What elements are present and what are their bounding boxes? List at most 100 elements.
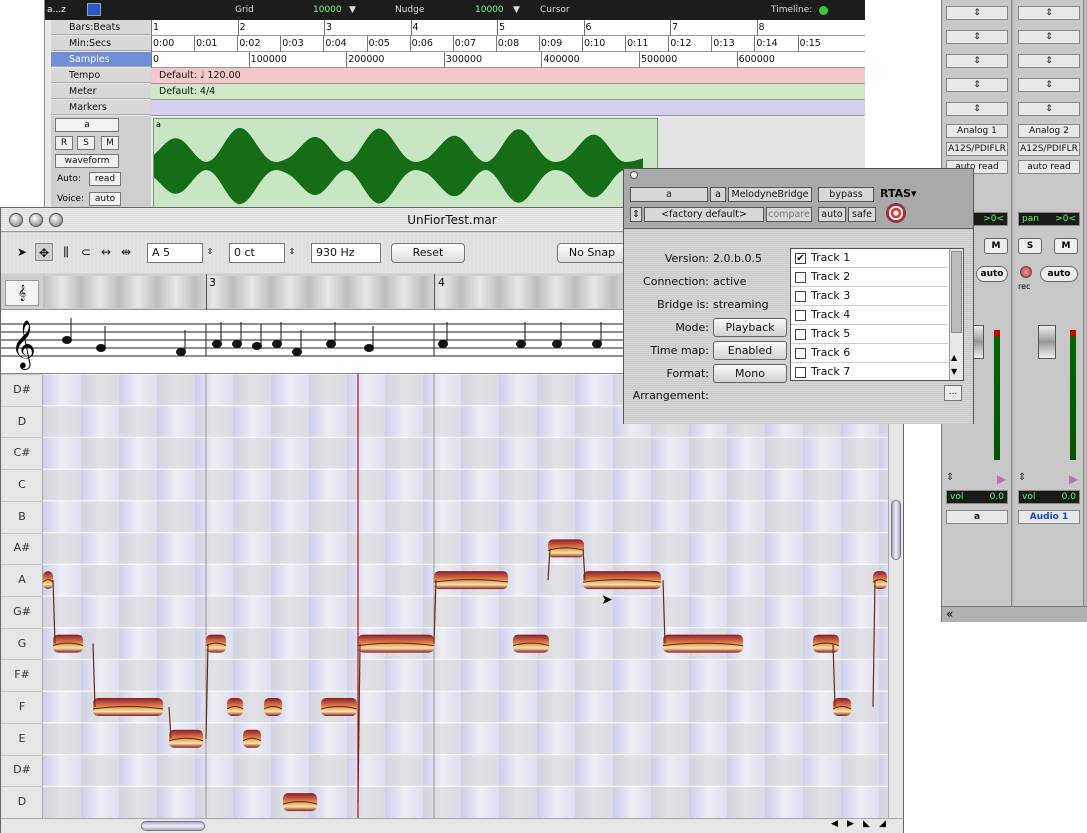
track-checkbox[interactable]: ✔ xyxy=(795,253,806,264)
samples-ruler[interactable]: 0 100000 200000 300000 400000 500000 600000 xyxy=(151,52,865,68)
voice-selector[interactable]: auto xyxy=(89,192,121,206)
automation-selector[interactable]: auto xyxy=(976,266,1008,282)
output-selector[interactable]: A12S/PDIFLR xyxy=(946,142,1008,156)
cents-field[interactable]: 0 ct xyxy=(229,243,285,263)
automation-selector[interactable]: auto xyxy=(1040,266,1078,282)
split-tool-icon[interactable]: ⇹ xyxy=(117,243,135,261)
vertical-scroll-thumb[interactable] xyxy=(891,500,901,560)
nudge-dropdown-icon[interactable]: ▼ xyxy=(513,5,520,15)
fader-arrows-icon[interactable]: ⇕ xyxy=(1018,472,1026,483)
track-list-scroll-thumb[interactable] xyxy=(951,251,962,333)
preset-selector[interactable]: <factory default> xyxy=(644,207,764,222)
pitch-tool-icon[interactable]: ✥ xyxy=(35,243,53,261)
ruler-label-tempo[interactable]: Tempo xyxy=(51,68,151,83)
pitch-ruler[interactable]: D# D C# C B A# A G# G F# F E D# D xyxy=(1,374,43,818)
track-checkbox[interactable] xyxy=(795,310,806,321)
minimize-icon[interactable] xyxy=(29,213,43,227)
scroll-up-icon[interactable]: ▲ xyxy=(951,353,957,362)
automation-mode[interactable]: auto read xyxy=(1018,160,1080,174)
mode-button[interactable]: Playback xyxy=(713,318,787,337)
track-name-plate[interactable]: a xyxy=(946,510,1008,524)
fader-arrows-icon[interactable]: ⇕ xyxy=(946,472,954,483)
arrow-tool-icon[interactable]: ➤ xyxy=(13,243,31,261)
notation-toggle-icon[interactable]: 𝄞 xyxy=(5,280,39,306)
amplitude-tool-icon[interactable]: ⫼ xyxy=(57,243,75,261)
collapse-icon[interactable]: « xyxy=(942,606,1087,622)
grid-dropdown-icon[interactable]: ▼ xyxy=(349,5,356,15)
input-selector[interactable]: Analog 2 xyxy=(1018,124,1080,138)
volume-fader[interactable] xyxy=(1038,325,1056,359)
formant-tool-icon[interactable]: ⊂ xyxy=(77,243,95,261)
send-slot-icon[interactable]: ⇕ xyxy=(946,102,1008,116)
scroll-down-icon[interactable]: ▼ xyxy=(951,367,957,376)
target-icon[interactable] xyxy=(886,203,906,223)
track-view-selector[interactable]: waveform xyxy=(55,154,119,168)
track-selector[interactable]: a xyxy=(630,187,708,202)
mute-button[interactable]: M xyxy=(984,238,1008,254)
pitch-field[interactable]: A 5 xyxy=(147,243,203,263)
frequency-field[interactable]: 930 Hz xyxy=(311,243,381,263)
solo-button[interactable]: S xyxy=(1018,238,1042,254)
zoom-in-icon[interactable]: ◢ xyxy=(879,819,886,829)
ruler-label-markers[interactable]: Markers xyxy=(51,100,151,115)
auto-mode-selector[interactable]: read xyxy=(89,172,121,186)
tempo-ruler[interactable]: Default: ♩ 120.00 xyxy=(151,68,865,84)
minsecs-ruler[interactable]: 0:00 0:01 0:02 0:03 0:04 0:05 0:06 0:07 0:08 0:09… xyxy=(151,36,865,52)
bypass-button[interactable]: bypass xyxy=(818,187,874,202)
track-list-item[interactable]: Track 4 xyxy=(791,306,948,325)
record-enable-button[interactable]: R xyxy=(55,136,73,150)
output-selector[interactable]: A12S/PDIFLR xyxy=(1018,142,1080,156)
record-arm-icon[interactable] xyxy=(1020,266,1032,278)
insert-slot-icon[interactable]: ⇕ xyxy=(946,54,1008,68)
track-checkbox[interactable] xyxy=(795,272,806,283)
zoom-out-icon[interactable]: ◣ xyxy=(863,819,870,829)
timeline-indicator-icon[interactable] xyxy=(819,6,828,15)
mute-button[interactable]: M xyxy=(101,136,119,150)
meter-ruler[interactable]: Default: 4/4 xyxy=(151,84,865,100)
solo-button[interactable]: S xyxy=(77,136,95,150)
mute-button[interactable]: M xyxy=(1054,238,1078,254)
rtas-menu[interactable]: RTAS▾ xyxy=(880,187,917,200)
send-slot-icon[interactable]: ⇕ xyxy=(1018,102,1080,116)
arrangement-button[interactable]: ... xyxy=(944,385,962,401)
nudge-value[interactable]: 10000 xyxy=(475,5,504,15)
insert-slot-icon[interactable]: ⇕ xyxy=(946,30,1008,44)
blob-canvas[interactable] xyxy=(43,374,888,818)
cents-stepper-icon[interactable]: ⇕ xyxy=(287,243,297,261)
audio-region[interactable]: a xyxy=(153,118,658,212)
vertical-scrollbar[interactable] xyxy=(888,374,903,818)
input-selector[interactable]: Analog 1 xyxy=(946,124,1008,138)
horizontal-scrollbar[interactable]: ◀ ▶ ◣ ◢ xyxy=(1,818,903,833)
bars-ruler[interactable]: 1 2 3 4 5 6 7 8 xyxy=(151,20,865,36)
auto-button[interactable]: auto xyxy=(818,207,846,222)
track-list-item[interactable]: Track 5 xyxy=(791,325,948,344)
timemap-button[interactable]: Enabled xyxy=(713,341,787,360)
insert-slot-icon[interactable]: ⇕ xyxy=(1018,30,1080,44)
pitch-stepper-icon[interactable]: ⇕ xyxy=(205,243,215,261)
track-list-item[interactable]: Track 6 xyxy=(791,344,948,363)
track-checkbox[interactable] xyxy=(795,329,806,340)
scroll-right-icon[interactable]: ▶ xyxy=(847,819,854,829)
send-slot-icon[interactable]: ⇕ xyxy=(946,78,1008,92)
insert-slot-icon[interactable]: ⇕ xyxy=(946,6,1008,20)
scroll-left-icon[interactable]: ◀ xyxy=(831,819,838,829)
edit-mode-icon[interactable] xyxy=(87,3,101,16)
track-list-item[interactable]: ✔ Track 1 xyxy=(791,249,948,268)
track-name-plate[interactable]: Audio 1 xyxy=(1018,510,1080,524)
insert-selector[interactable]: a xyxy=(710,187,726,202)
ruler-label-samples[interactable]: Samples xyxy=(51,52,151,67)
track-checkbox[interactable] xyxy=(795,367,806,378)
track-list-item[interactable]: Track 3 xyxy=(791,287,948,306)
horizontal-scroll-thumb[interactable] xyxy=(141,821,205,831)
insert-slot-icon[interactable]: ⇕ xyxy=(1018,6,1080,20)
time-tool-icon[interactable]: ↔ xyxy=(97,243,115,261)
ruler-label-bars[interactable]: Bars:Beats xyxy=(51,20,151,35)
track-list[interactable]: ✔ Track 1 Track 2 Track 3 Track 4 Track 5 Trac… xyxy=(790,248,964,381)
reset-button[interactable]: Reset xyxy=(391,243,465,263)
grid-value[interactable]: 10000 xyxy=(313,5,342,15)
sort-tab[interactable]: a...z xyxy=(47,5,66,15)
zoom-icon[interactable] xyxy=(49,213,63,227)
preset-stepper-icon[interactable]: ⇕ xyxy=(630,207,642,222)
format-button[interactable]: Mono xyxy=(713,364,787,383)
plugin-close-icon[interactable] xyxy=(630,171,638,179)
